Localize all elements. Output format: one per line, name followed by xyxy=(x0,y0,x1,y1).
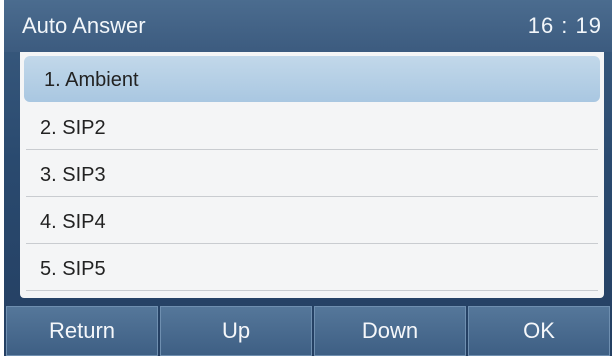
title-bar: Auto Answer 16 : 19 xyxy=(4,0,612,52)
list-item-sip5[interactable]: 5. SIP5 xyxy=(20,245,604,291)
softkey-bar: Return Up Down OK xyxy=(4,306,612,356)
clock: 16 : 19 xyxy=(527,13,602,38)
list-item-label: 1. Ambient xyxy=(44,69,139,91)
return-button[interactable]: Return xyxy=(6,306,158,356)
down-button[interactable]: Down xyxy=(314,306,466,356)
ok-button[interactable]: OK xyxy=(468,306,610,356)
list-item-sip2[interactable]: 2. SIP2 xyxy=(20,104,604,150)
phone-screen: Auto Answer 16 : 19 1. Ambient 2. SIP2 3… xyxy=(4,0,612,356)
list-item-label: 5. SIP5 xyxy=(40,258,106,280)
list-item-sip4[interactable]: 4. SIP4 xyxy=(20,198,604,244)
list-item-label: 4. SIP4 xyxy=(40,211,106,233)
up-button[interactable]: Up xyxy=(160,306,312,356)
list-item-label: 3. SIP3 xyxy=(40,164,106,186)
page-title: Auto Answer xyxy=(22,13,146,38)
list-item-sip3[interactable]: 3. SIP3 xyxy=(20,151,604,197)
list-item-ambient[interactable]: 1. Ambient xyxy=(24,56,600,102)
account-list: 1. Ambient 2. SIP2 3. SIP3 4. SIP4 5. SI… xyxy=(20,52,604,298)
list-item-label: 2. SIP2 xyxy=(40,117,106,139)
